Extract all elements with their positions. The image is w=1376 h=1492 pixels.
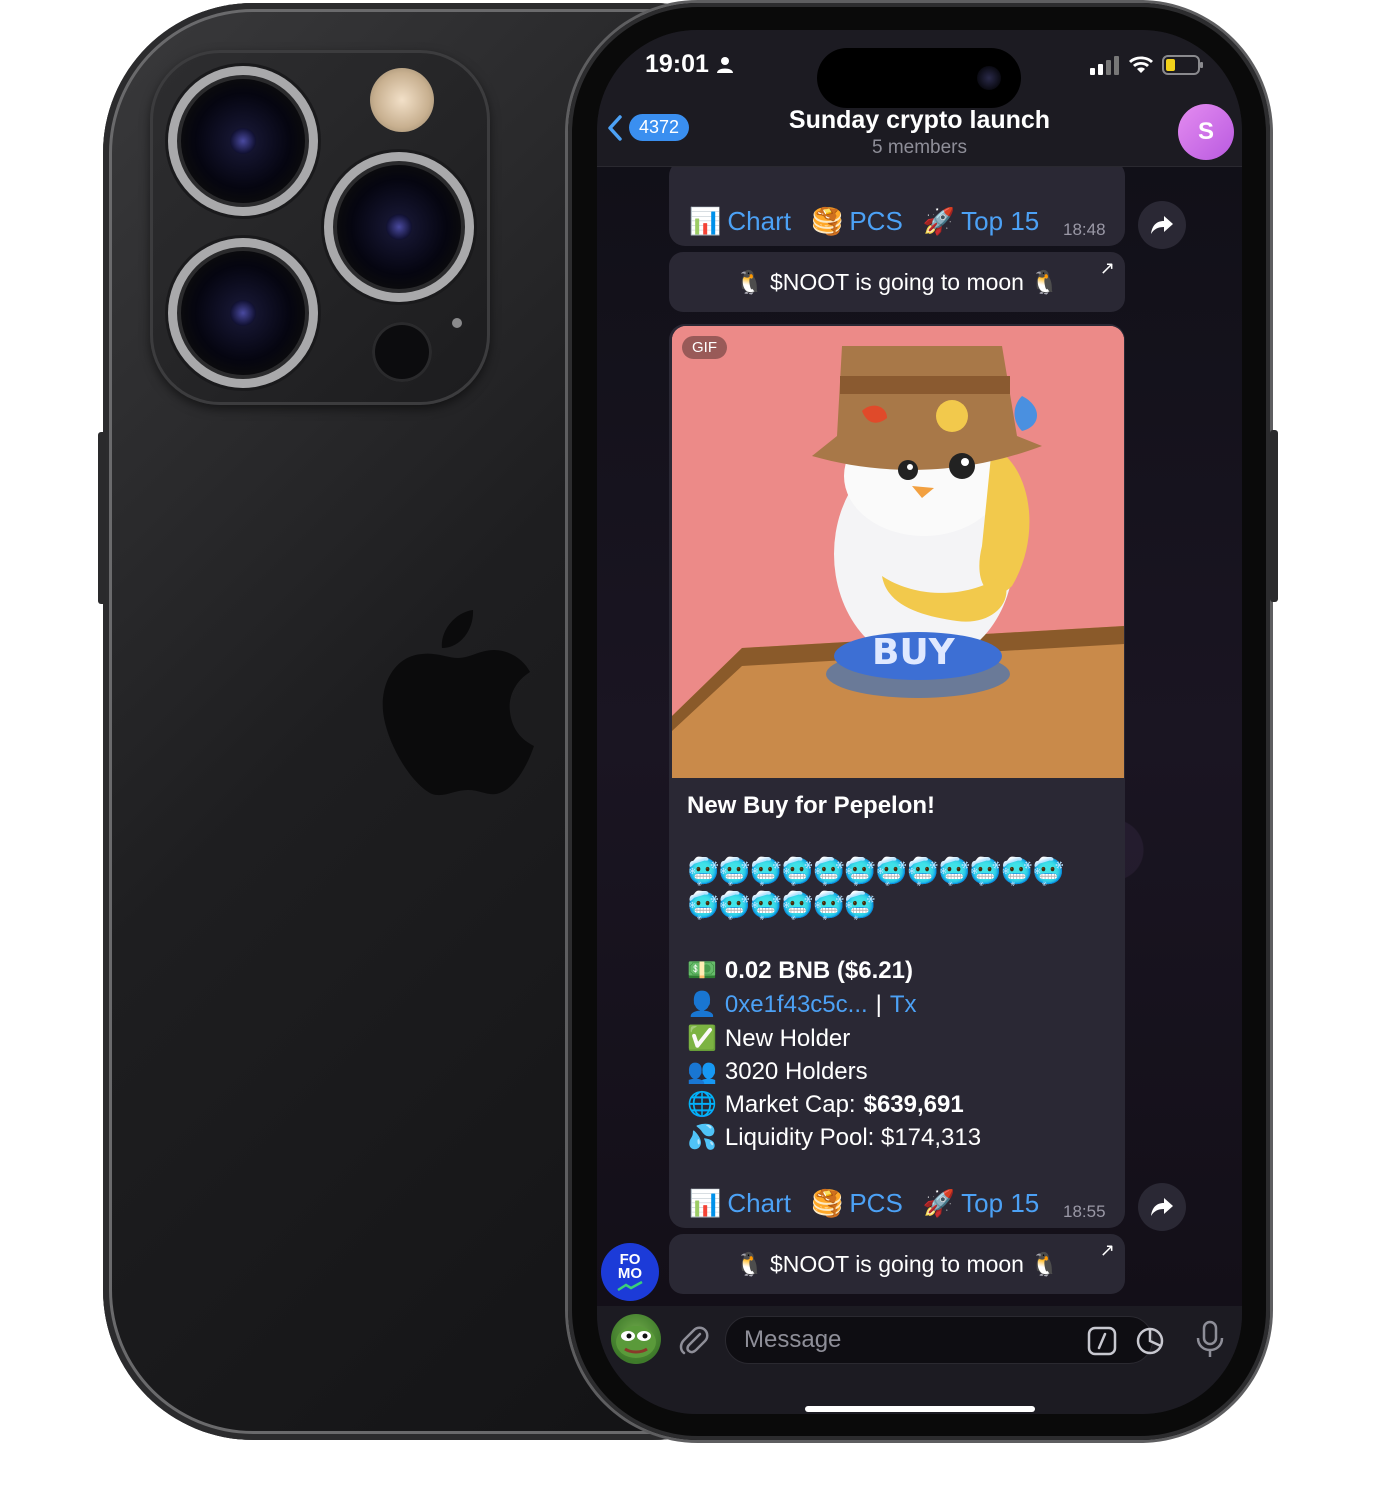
member-count: 5 members: [871, 137, 968, 158]
person-icon: [716, 57, 733, 73]
attach-paperclip-icon[interactable]: [677, 1324, 711, 1358]
dynamic-island: [817, 48, 1021, 108]
holders-line: 👥 3020 Holders: [687, 1057, 868, 1086]
status-icons: [1090, 54, 1204, 76]
new-holder-line: ✅ New Holder: [687, 1024, 851, 1053]
top15-button[interactable]: 🚀 Top 15: [923, 1188, 1039, 1219]
svg-text:BUY: BUY: [872, 632, 956, 673]
noot-inline-button[interactable]: 🐧 $NOOT is going to moon 🐧 ↗: [669, 252, 1125, 312]
gif-image[interactable]: BUY GIF: [672, 326, 1124, 778]
noot-inline-button[interactable]: 🐧 $NOOT is going to moon 🐧 ↗: [669, 1234, 1125, 1294]
emoji-row: 🥶🥶🥶🥶🥶🥶: [687, 890, 876, 920]
microphone-icon[interactable]: [1195, 1320, 1225, 1360]
pcs-button[interactable]: 🥞 PCS: [811, 206, 903, 237]
share-arrow-icon: [1151, 216, 1173, 234]
chart-button[interactable]: 📊 Chart: [689, 206, 791, 237]
open-link-arrow-icon: ↗: [1099, 258, 1115, 278]
chat-title[interactable]: Sunday crypto launch: [597, 106, 1242, 135]
pepe-avatar-icon: [616, 1326, 656, 1358]
globe-icon: 🌐: [687, 1091, 717, 1118]
trend-up-icon: [617, 1281, 643, 1291]
emoji-row: 🥶🥶🥶🥶🥶🥶🥶🥶🥶🥶🥶🥶: [687, 856, 1064, 886]
check-icon: ✅: [687, 1025, 717, 1052]
user-icon: 👤: [687, 991, 717, 1018]
money-icon: 💵: [687, 957, 717, 984]
lidar-sensor-icon: [372, 322, 432, 382]
bot-commands-icon[interactable]: [1087, 1326, 1117, 1356]
front-camera-icon: [977, 66, 1001, 90]
camera-module: [150, 50, 490, 405]
users-icon: 👥: [687, 1058, 717, 1085]
apple-logo-icon: [382, 610, 534, 796]
battery-icon: [1162, 55, 1203, 75]
chat-header: 19:01 4372 Sunday crypto launch 5 member…: [597, 30, 1242, 167]
camera-lens-icon: [168, 66, 318, 216]
tx-link[interactable]: Tx: [890, 991, 917, 1019]
liquidity-line: 💦 Liquidity Pool: $174,313: [687, 1123, 982, 1152]
home-indicator[interactable]: [805, 1406, 1035, 1412]
user-avatar[interactable]: [611, 1314, 661, 1364]
composer-bar: Message: [597, 1306, 1242, 1414]
message-buttons: 📊 Chart 🥞 PCS 🚀 Top 15: [689, 206, 1039, 237]
gif-badge: GIF: [682, 336, 727, 359]
share-button[interactable]: [1138, 1183, 1186, 1231]
share-button[interactable]: [1138, 201, 1186, 249]
message-time: 18:55: [1063, 1202, 1106, 1221]
cellular-signal-icon: [1090, 56, 1119, 75]
market-cap-line: 🌐 Market Cap: $639,691: [687, 1090, 964, 1119]
message-title: New Buy for Pepelon!: [687, 792, 936, 819]
pcs-button[interactable]: 🥞 PCS: [811, 1188, 903, 1219]
flash-icon: [370, 68, 434, 132]
message-time: 18:48: [1063, 220, 1106, 239]
camera-lens-icon: [324, 152, 474, 302]
chart-button[interactable]: 📊 Chart: [689, 1188, 791, 1219]
droplets-icon: 💦: [687, 1124, 717, 1151]
penguin-buy-gif-icon: BUY: [672, 326, 1124, 778]
amount-line: 💵 0.02 BNB ($6.21): [687, 956, 913, 985]
bot-avatar[interactable]: FO MO: [601, 1243, 659, 1301]
power-button: [1270, 430, 1278, 602]
microphone-dot: [452, 318, 462, 328]
wifi-icon: [1129, 56, 1153, 73]
camera-lens-icon: [168, 238, 318, 388]
wallet-link[interactable]: 0xe1f43c5c...: [725, 991, 868, 1019]
message-buttons: 📊 Chart 🥞 PCS 🚀 Top 15: [689, 1188, 1039, 1219]
wallet-line: 👤 0xe1f43c5c... | Tx: [687, 990, 917, 1019]
open-link-arrow-icon: ↗: [1099, 1240, 1115, 1260]
back-side-button: [98, 432, 106, 604]
chat-avatar[interactable]: S: [1178, 104, 1234, 160]
status-time: 19:01: [645, 50, 734, 79]
top15-button[interactable]: 🚀 Top 15: [923, 206, 1039, 237]
sticker-icon[interactable]: [1135, 1326, 1165, 1356]
share-arrow-icon: [1151, 1198, 1173, 1216]
phone-screen: 📊 Chart 🥞 PCS 🚀 Top 15 18:48 🐧 $NOOT is goi…: [597, 30, 1242, 1414]
